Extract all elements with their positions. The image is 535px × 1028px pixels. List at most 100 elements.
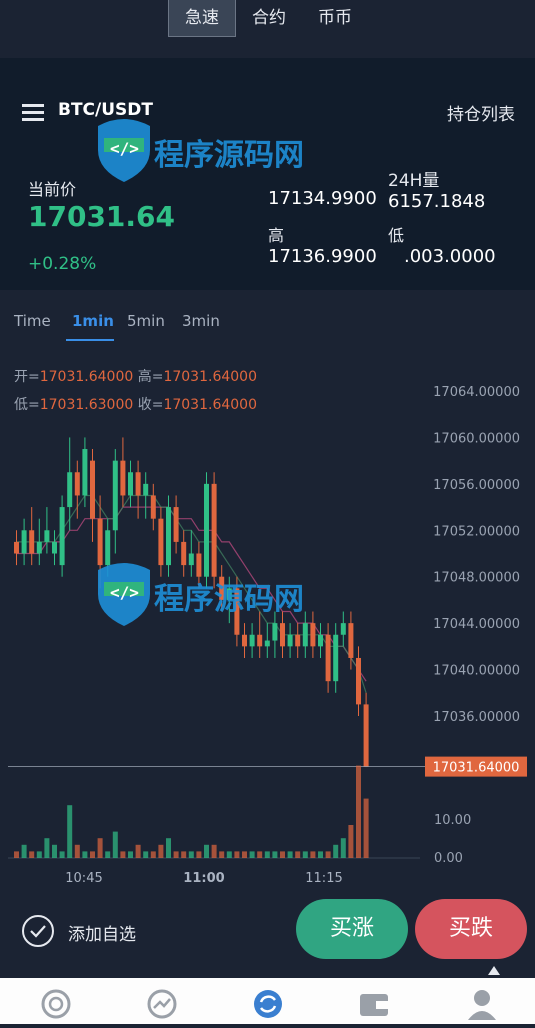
high-label: 高	[268, 226, 285, 245]
svg-text:</>: </>	[110, 583, 139, 602]
wallet-icon[interactable]	[344, 978, 404, 1024]
high-ohlc-value: 17031.64000	[163, 369, 257, 385]
watermark-logo-2: </> 程序源码网	[96, 552, 326, 646]
candle-body	[74, 472, 80, 496]
menu-icon[interactable]	[22, 104, 44, 122]
timeframe-active-indicator	[66, 339, 114, 341]
volume-bar	[257, 851, 263, 858]
x-tick-label: 11:00	[183, 871, 224, 886]
watermark-logo: </> 程序源码网	[96, 108, 326, 202]
positions-list-link[interactable]: 持仓列表	[447, 100, 515, 125]
volume-value: 6157.1848	[388, 191, 486, 212]
candle-body	[173, 507, 179, 542]
market-icon[interactable]	[26, 978, 86, 1024]
check-icon	[30, 925, 46, 938]
candle-body	[90, 460, 95, 519]
volume-bar	[82, 851, 88, 858]
candle-body	[363, 704, 369, 767]
volume-label: 24H量	[388, 171, 440, 191]
volume-bar	[204, 844, 209, 858]
trade-icon[interactable]	[238, 978, 298, 1024]
candle-body	[67, 472, 73, 508]
volume-bar	[112, 831, 118, 858]
volume-bar	[188, 851, 194, 858]
y-tick-label: 17040.00000	[433, 664, 520, 679]
timeframe-1min[interactable]: 1min	[72, 312, 114, 330]
low-label: 低	[388, 226, 405, 245]
tab-contract[interactable]: 合约	[240, 0, 298, 36]
candle-body	[356, 657, 361, 705]
volume-bar	[280, 851, 285, 858]
candle-body	[333, 634, 339, 682]
tab-instant[interactable]: 急速	[168, 0, 236, 37]
volume-bar	[59, 851, 65, 858]
volume-bar	[295, 851, 301, 858]
volume-bar	[97, 838, 103, 858]
volume-tick-label: 0.00	[434, 851, 463, 866]
watermark-text-2: 程序源码网	[154, 582, 304, 617]
volume-bar	[181, 851, 187, 858]
scroll-up-icon[interactable]	[486, 964, 502, 976]
volume-bar	[158, 844, 164, 858]
volume-bar	[226, 851, 232, 858]
volume-bar	[219, 851, 225, 858]
candle-body	[36, 541, 42, 554]
open-value: 17031.64000	[39, 369, 134, 385]
y-tick-label: 17052.00000	[433, 524, 520, 539]
add-favorite-label[interactable]: 添加自选	[68, 920, 136, 945]
candle-body	[348, 623, 354, 658]
volume-bar	[90, 851, 95, 858]
tab-spot[interactable]: 币币	[306, 0, 364, 36]
volume-bar	[150, 851, 156, 858]
price-change: +0.28%	[28, 254, 97, 274]
y-tick-label: 17060.00000	[433, 431, 520, 446]
timeframe-5min[interactable]: 5min	[127, 312, 165, 330]
volume-tick-label: 10.00	[434, 813, 471, 828]
volume-bar	[348, 825, 354, 858]
volume-bar	[29, 851, 35, 858]
volume-bar	[363, 798, 369, 858]
open-label: 开=	[14, 369, 40, 385]
y-tick-label: 17036.00000	[433, 710, 520, 725]
buy-down-button[interactable]: 买跌	[415, 899, 527, 959]
volume-bar	[173, 851, 179, 858]
candle-body	[29, 530, 35, 554]
timeframe-time[interactable]: Time	[14, 312, 51, 330]
volume-bar	[211, 844, 217, 858]
high-ohlc-label: 高=	[137, 369, 164, 385]
volume-bar	[135, 844, 141, 858]
volume-bar	[234, 851, 240, 858]
x-tick-label: 11:15	[305, 871, 342, 886]
volume-bar	[36, 851, 42, 858]
x-tick-label: 10:45	[65, 871, 102, 886]
low-ohlc-label: 低=	[14, 397, 40, 413]
candle-body	[112, 460, 118, 531]
candle-body	[135, 472, 141, 496]
volume-bar	[310, 851, 316, 858]
volume-bar	[249, 851, 255, 858]
volume-bar	[264, 851, 270, 858]
trend-icon[interactable]	[132, 978, 192, 1024]
low-value: .003.0000	[404, 246, 496, 267]
candle-body	[128, 472, 133, 496]
current-price-label: 当前价	[28, 180, 77, 199]
last-price-label: 17031.64000	[433, 761, 520, 776]
candle-body	[14, 541, 19, 554]
timeframe-3min[interactable]: 3min	[182, 312, 220, 330]
candle-body	[120, 460, 126, 496]
profile-icon[interactable]	[452, 978, 512, 1024]
y-tick-label: 17064.00000	[433, 385, 520, 400]
y-tick-label: 17044.00000	[433, 617, 520, 632]
volume-bar	[325, 851, 331, 858]
bottom-navigation	[0, 978, 535, 1024]
volume-bar	[340, 838, 346, 858]
volume-bar	[21, 844, 27, 858]
volume-bar	[67, 805, 73, 858]
volume-bar	[242, 851, 247, 858]
add-favorite-checkbox[interactable]	[22, 915, 54, 947]
volume-bar	[105, 851, 111, 858]
candle-body	[143, 483, 149, 496]
svg-text:</>: </>	[110, 139, 139, 158]
buy-up-button[interactable]: 买涨	[296, 899, 408, 959]
current-price: 17031.64	[28, 200, 176, 233]
